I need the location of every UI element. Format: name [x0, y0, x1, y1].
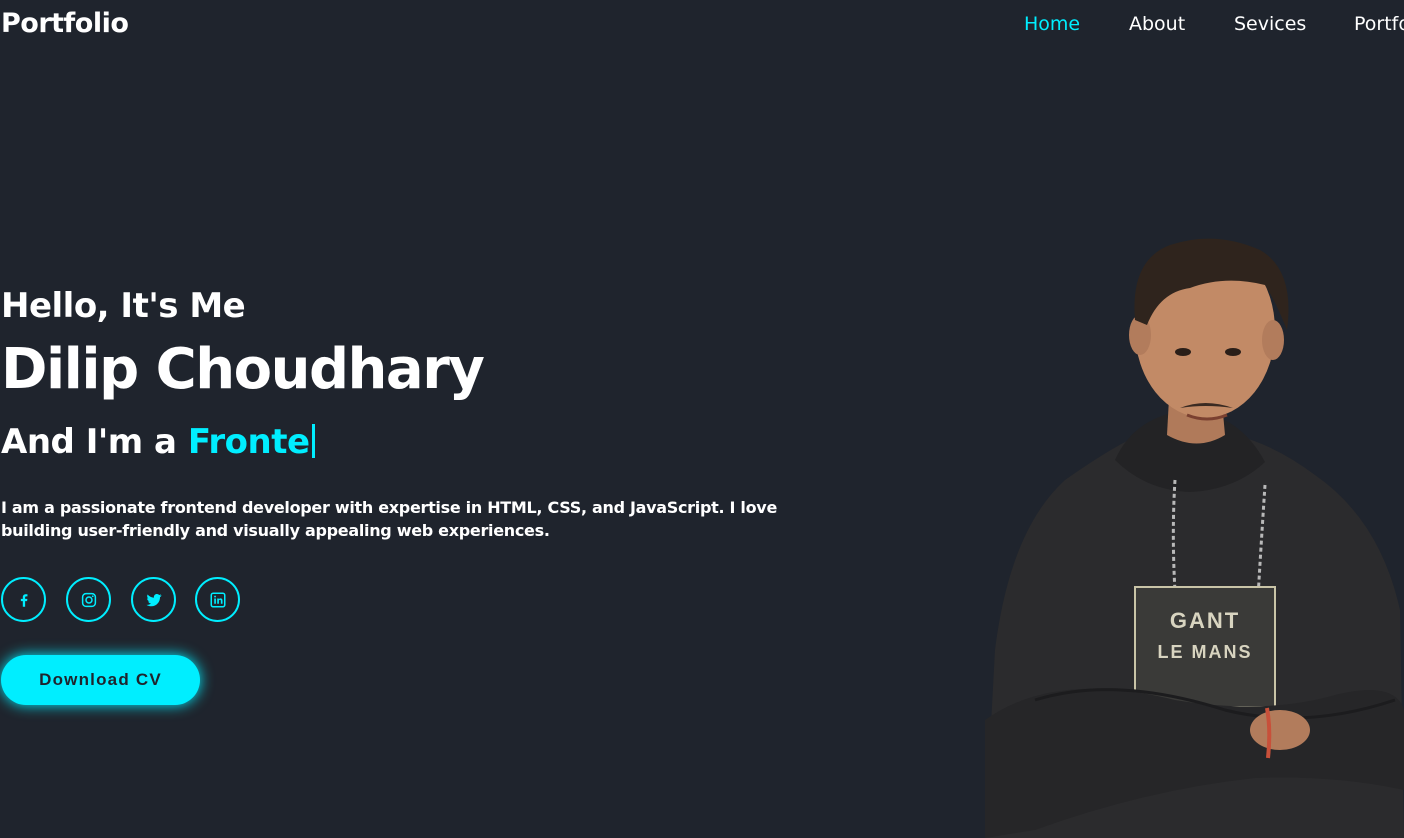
facebook-link[interactable]: [1, 577, 46, 622]
linkedin-icon: [210, 592, 225, 607]
twitter-link[interactable]: [131, 577, 176, 622]
profile-photo: GANT LE MANS: [985, 238, 1404, 838]
shirt-print-line2: LE MANS: [1158, 642, 1253, 662]
typing-cursor: [311, 424, 315, 458]
page: Portfolio Home About Sevices Portfo Hell…: [0, 0, 1404, 838]
twitter-icon: [146, 593, 161, 606]
nav-about-link[interactable]: About: [1129, 13, 1185, 35]
instagram-icon: [81, 592, 96, 607]
linkedin-link[interactable]: [195, 577, 240, 622]
role-typed-text: Fronte: [187, 422, 310, 462]
nav-services-link[interactable]: Sevices: [1234, 13, 1306, 35]
download-cv-button[interactable]: Download CV: [1, 655, 200, 705]
facebook-icon: [20, 593, 27, 607]
role-prefix: And I'm a: [1, 422, 188, 462]
hero-greeting: Hello, It's Me: [1, 286, 246, 326]
hero-name: Dilip Choudhary: [1, 337, 485, 402]
shirt-print-line1: GANT: [1170, 608, 1240, 633]
hero-role: And I'm a Fronte: [1, 422, 315, 462]
main-nav: Home About Sevices Portfo: [0, 13, 1404, 43]
instagram-link[interactable]: [66, 577, 111, 622]
hero-description: I am a passionate frontend developer wit…: [1, 498, 777, 540]
nav-portfolio-link[interactable]: Portfo: [1354, 13, 1404, 35]
nav-home-link[interactable]: Home: [1024, 13, 1080, 35]
